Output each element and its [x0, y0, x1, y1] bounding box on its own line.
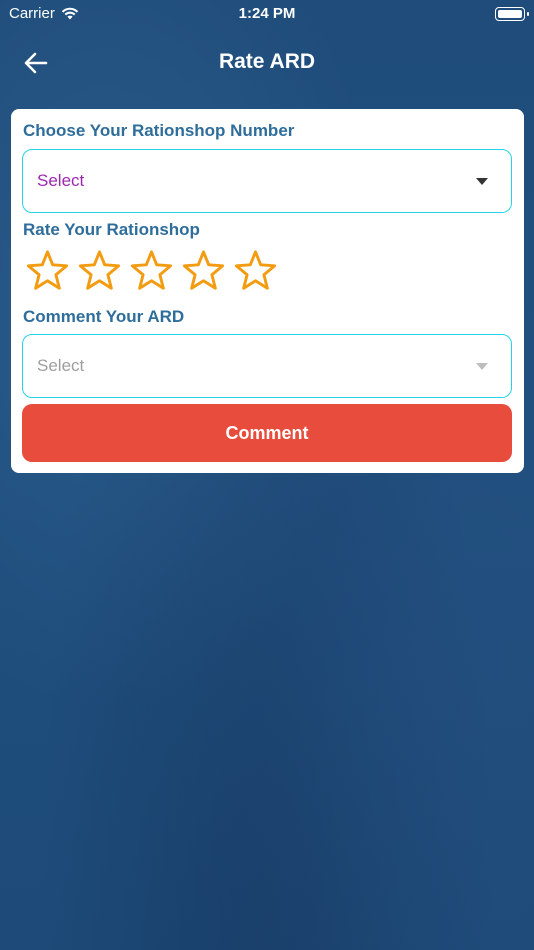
chevron-down-icon — [476, 363, 488, 370]
nav-bar: Rate ARD — [0, 28, 534, 98]
comment-select-value: Select — [37, 356, 85, 375]
star-icon[interactable] — [180, 248, 227, 295]
comment-select[interactable]: Select — [22, 334, 512, 398]
star-icon[interactable] — [24, 248, 71, 295]
rationshop-label: Choose Your Rationshop Number — [23, 121, 295, 140]
status-bar: Carrier 1:24 PM — [0, 0, 534, 28]
comment-label: Comment Your ARD — [23, 307, 185, 326]
rationshop-select-value: Select — [37, 171, 85, 190]
star-icon[interactable] — [76, 248, 123, 295]
page-title: Rate ARD — [218, 50, 316, 73]
rating-label: Rate Your Rationshop — [23, 220, 200, 239]
chevron-down-icon — [476, 178, 488, 185]
star-icon[interactable] — [232, 248, 279, 295]
star-rating — [24, 248, 279, 295]
star-icon[interactable] — [128, 248, 175, 295]
status-time: 1:24 PM — [238, 5, 296, 22]
rationshop-select[interactable]: Select — [22, 149, 512, 213]
battery-icon — [495, 7, 529, 21]
comment-button[interactable]: Comment — [22, 404, 512, 462]
rating-form-card: Choose Your Rationshop Number Select Rat… — [11, 109, 524, 473]
